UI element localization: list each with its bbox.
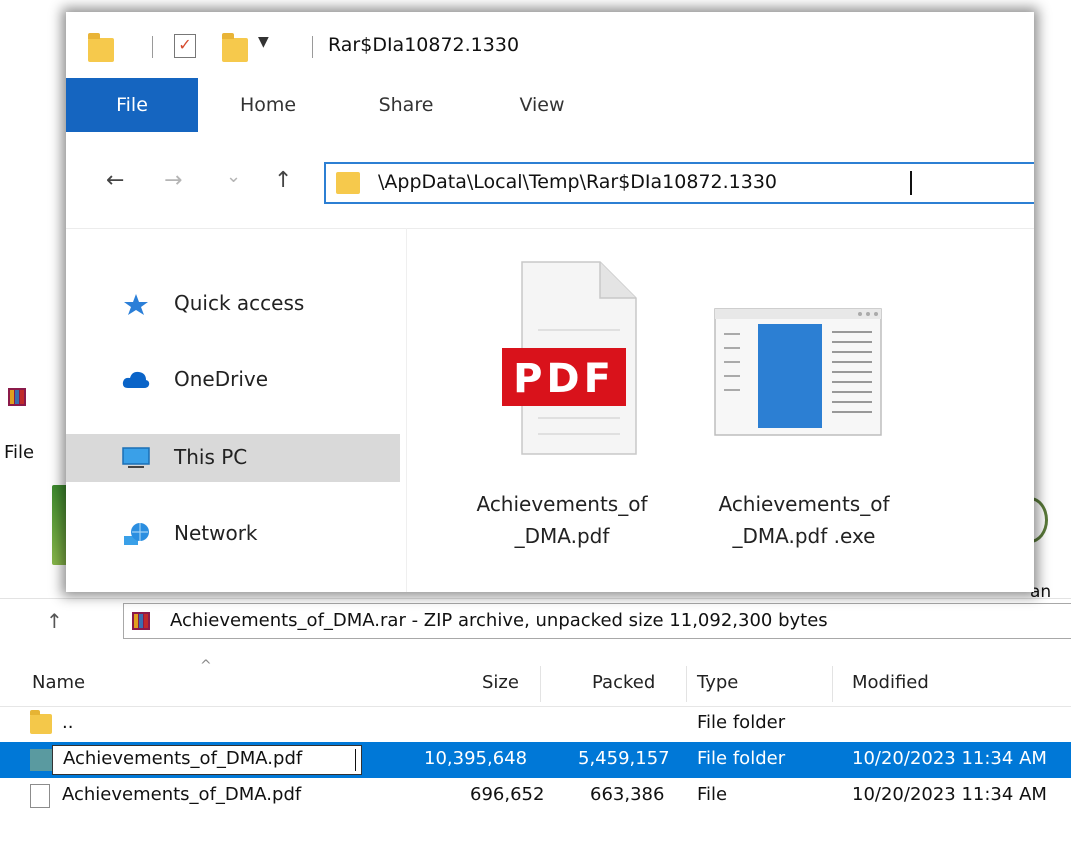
table-row[interactable]: Achievements_of_DMA.pdf 696,652 663,386 … bbox=[0, 778, 1071, 814]
nav-item-this-pc[interactable]: This PC bbox=[66, 434, 400, 482]
toolbar-divider bbox=[152, 36, 153, 58]
nav-item-label: Network bbox=[174, 521, 258, 545]
row-size: 696,652 bbox=[470, 784, 545, 805]
file-name-line: _DMA.pdf .exe bbox=[732, 524, 876, 548]
column-size[interactable]: Size bbox=[482, 672, 519, 693]
tab-view[interactable]: View bbox=[492, 78, 592, 132]
row-name: .. bbox=[62, 712, 74, 733]
nav-item-label: This PC bbox=[174, 445, 248, 469]
column-divider[interactable] bbox=[686, 666, 687, 702]
nav-item-label: Quick access bbox=[174, 291, 305, 315]
file-icon bbox=[30, 784, 50, 808]
navigation-bar: ← → ⌄ ↑ \AppData\Local\Temp\Rar$DIa10872… bbox=[66, 132, 1034, 229]
row-packed: 5,459,157 bbox=[578, 748, 670, 769]
text-caret bbox=[910, 171, 912, 195]
file-name-line: Achievements_of bbox=[718, 492, 890, 516]
file-name-line: _DMA.pdf bbox=[514, 524, 610, 548]
file-item-exe[interactable]: Achievements_of _DMA.pdf .exe bbox=[684, 258, 924, 558]
tab-home[interactable]: Home bbox=[218, 78, 318, 132]
row-size: 10,395,648 bbox=[424, 748, 528, 769]
window-title: Rar$DIa10872.1330 bbox=[328, 34, 520, 56]
rar-path-bar: ↑ Achievements_of_DMA.rar - ZIP archive,… bbox=[0, 598, 1071, 645]
table-row-selected[interactable]: Achievements_of_DMA.pdf 10,395,648 5,459… bbox=[0, 742, 1071, 778]
rar-column-header: ^ Name Size Packed Type Modified bbox=[0, 658, 1071, 707]
row-modified: 10/20/2023 11:34 AM bbox=[852, 748, 1047, 769]
rename-input-text: Achievements_of_DMA.pdf bbox=[63, 748, 303, 769]
folder-icon bbox=[88, 33, 114, 62]
forward-arrow-icon[interactable]: → bbox=[164, 168, 182, 193]
winrar-app-icon bbox=[8, 388, 26, 406]
nav-item-network[interactable]: Network bbox=[66, 510, 400, 558]
navigation-pane: Quick access OneDrive This PC Network bbox=[66, 228, 407, 592]
rar-path-text: Achievements_of_DMA.rar - ZIP archive, u… bbox=[170, 610, 828, 631]
folder-icon bbox=[30, 710, 52, 734]
row-modified: 10/20/2023 11:34 AM bbox=[852, 784, 1047, 805]
row-type: File folder bbox=[697, 748, 786, 769]
customize-toolbar-dropdown-icon[interactable]: ▼ bbox=[258, 34, 269, 50]
file-name: Achievements_of _DMA.pdf .exe bbox=[684, 488, 924, 552]
winrar-archive-icon bbox=[132, 612, 150, 630]
row-name: Achievements_of_DMA.pdf bbox=[62, 784, 302, 805]
sort-ascending-icon: ^ bbox=[200, 658, 212, 674]
nav-item-label: OneDrive bbox=[174, 367, 269, 391]
rename-input[interactable]: Achievements_of_DMA.pdf bbox=[52, 745, 362, 775]
file-list: PDF Achievements_of _DMA.pdf Achievement… bbox=[408, 228, 1034, 592]
nav-item-onedrive[interactable]: OneDrive bbox=[66, 356, 400, 404]
rar-up-arrow-icon[interactable]: ↑ bbox=[46, 609, 63, 633]
monitor-icon bbox=[122, 447, 150, 468]
nav-item-quick-access[interactable]: Quick access bbox=[66, 280, 400, 328]
application-window-icon bbox=[714, 308, 882, 436]
column-type[interactable]: Type bbox=[697, 672, 738, 693]
properties-check-icon[interactable]: ✓ bbox=[174, 34, 196, 58]
toolbar-divider bbox=[312, 36, 313, 58]
folder-icon bbox=[30, 749, 54, 771]
rar-path-field[interactable]: Achievements_of_DMA.rar - ZIP archive, u… bbox=[123, 603, 1071, 639]
table-row[interactable]: .. File folder bbox=[0, 706, 1071, 742]
column-name[interactable]: Name bbox=[32, 672, 85, 693]
column-modified[interactable]: Modified bbox=[852, 672, 929, 693]
address-bar[interactable]: \AppData\Local\Temp\Rar$DIa10872.1330 bbox=[324, 162, 1034, 204]
file-name: Achievements_of _DMA.pdf bbox=[442, 488, 682, 552]
column-divider[interactable] bbox=[832, 666, 833, 702]
folder-icon bbox=[336, 172, 360, 194]
up-arrow-icon[interactable]: ↑ bbox=[274, 168, 292, 193]
pdf-badge-label: PDF bbox=[513, 356, 615, 402]
column-divider[interactable] bbox=[540, 666, 541, 702]
rar-menu-file[interactable]: File bbox=[4, 442, 34, 463]
tab-share[interactable]: Share bbox=[356, 78, 456, 132]
cloud-icon bbox=[122, 371, 150, 388]
quick-access-toolbar: ✓ ▼ Rar$DIa10872.1330 bbox=[66, 12, 1034, 78]
network-icon bbox=[124, 523, 149, 545]
column-packed[interactable]: Packed bbox=[592, 672, 655, 693]
recent-locations-chevron-icon[interactable]: ⌄ bbox=[226, 166, 241, 187]
file-item-pdf[interactable]: PDF Achievements_of _DMA.pdf bbox=[442, 258, 682, 558]
row-packed: 663,386 bbox=[590, 784, 665, 805]
text-caret bbox=[355, 749, 356, 771]
back-arrow-icon[interactable]: ← bbox=[106, 168, 124, 193]
explorer-window: ✓ ▼ Rar$DIa10872.1330 File Home Share Vi… bbox=[66, 12, 1034, 592]
tab-file[interactable]: File bbox=[66, 78, 198, 132]
star-icon bbox=[124, 294, 148, 315]
new-folder-icon[interactable] bbox=[222, 33, 248, 62]
address-input[interactable]: \AppData\Local\Temp\Rar$DIa10872.1330 bbox=[378, 171, 777, 193]
row-type: File bbox=[697, 784, 728, 805]
row-type: File folder bbox=[697, 712, 786, 733]
ribbon-tabs: File Home Share View bbox=[66, 78, 1034, 132]
file-name-line: Achievements_of bbox=[476, 492, 648, 516]
